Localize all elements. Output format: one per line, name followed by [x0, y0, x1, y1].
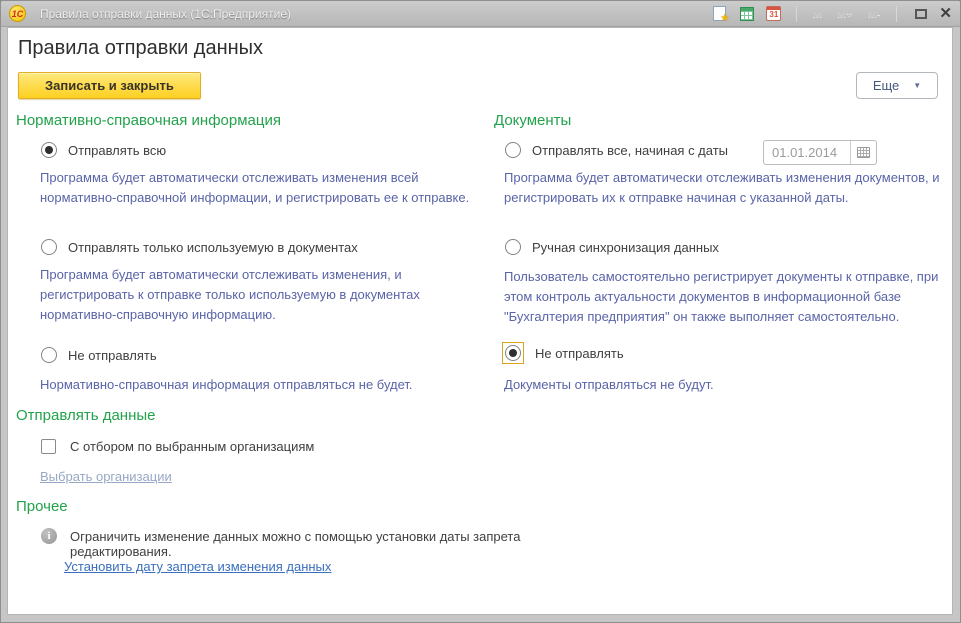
radio-nsi-none[interactable]: Не отправлять [41, 347, 157, 363]
chevron-down-icon: ▼ [913, 81, 921, 90]
hint-docs-from-date: Программа будет автоматически отслеживат… [504, 168, 942, 208]
info-row: i Ограничить изменение данных можно с по… [41, 529, 621, 559]
radio-icon [505, 239, 521, 255]
favorites-icon[interactable]: ★ [711, 5, 729, 23]
titlebar-separator [796, 6, 797, 22]
checkbox-label: С отбором по выбранным организациям [70, 439, 314, 454]
radio-icon [41, 239, 57, 255]
titlebar-separator [896, 6, 897, 22]
section-header-other: Прочее [16, 498, 68, 515]
hint-docs-none: Документы отправляться не будут. [504, 375, 942, 395]
date-picker-button[interactable] [850, 141, 876, 164]
hint-nsi-used-only: Программа будет автоматически отслеживат… [40, 265, 472, 325]
hint-nsi-send-all: Программа будет автоматически отслеживат… [40, 168, 472, 208]
radio-nsi-send-all[interactable]: Отправлять всю [41, 142, 166, 158]
save-and-close-button[interactable]: Записать и закрыть [18, 72, 201, 99]
1c-app-icon: 1С [9, 5, 26, 22]
window-title: Правила отправки данных (1С:Предприятие) [40, 7, 291, 21]
info-icon: i [41, 528, 57, 544]
section-header-documents: Документы [494, 112, 571, 129]
focus-ring [502, 342, 524, 364]
more-button[interactable]: Еще ▼ [856, 72, 938, 99]
more-button-label: Еще [873, 78, 899, 93]
radio-label: Отправлять все, начиная с даты [532, 143, 728, 158]
radio-docs-none[interactable]: Не отправлять [502, 342, 624, 364]
radio-docs-manual-sync[interactable]: Ручная синхронизация данных [505, 239, 719, 255]
radio-icon [505, 142, 521, 158]
calculator-icon[interactable] [738, 5, 756, 23]
checkbox-filter-by-organizations[interactable]: С отбором по выбранным организациям [41, 439, 314, 454]
section-header-send-data: Отправлять данные [16, 407, 155, 424]
close-button[interactable]: ✕ [939, 6, 952, 21]
radio-icon [505, 345, 521, 361]
radio-icon [41, 347, 57, 363]
checkbox-icon [41, 439, 56, 454]
titlebar: 1С Правила отправки данных (1С:Предприят… [1, 1, 960, 27]
set-restriction-date-link[interactable]: Установить дату запрета изменения данных [64, 559, 331, 574]
page-title: Правила отправки данных [18, 37, 263, 60]
hint-nsi-none: Нормативно-справочная информация отправл… [40, 375, 472, 395]
info-text: Ограничить изменение данных можно с помо… [70, 529, 621, 559]
radio-label: Ручная синхронизация данных [532, 240, 719, 255]
memory-m-plus-button: M+ [834, 8, 856, 20]
section-header-nsi: Нормативно-справочная информация [16, 112, 281, 129]
radio-label: Не отправлять [68, 348, 157, 363]
hint-docs-manual-sync: Пользователь самостоятельно регистрирует… [504, 267, 942, 327]
calendar-grid-icon [857, 147, 870, 158]
memory-m-button: M [810, 8, 825, 20]
radio-label: Не отправлять [535, 346, 624, 361]
form-content: Правила отправки данных Записать и закры… [7, 27, 953, 615]
radio-label: Отправлять всю [68, 143, 166, 158]
select-organizations-link[interactable]: Выбрать организации [40, 469, 172, 484]
radio-icon [41, 142, 57, 158]
radio-docs-from-date[interactable]: Отправлять все, начиная с даты [505, 142, 728, 158]
radio-nsi-used-only[interactable]: Отправлять только используемую в докумен… [41, 239, 358, 255]
start-date-field[interactable]: 01.01.2014 [763, 140, 877, 165]
app-window: 1С Правила отправки данных (1С:Предприят… [0, 0, 961, 623]
radio-label: Отправлять только используемую в докумен… [68, 240, 358, 255]
calendar-icon[interactable]: 31 [765, 5, 783, 23]
memory-m-minus-button: M- [865, 8, 884, 20]
start-date-value: 01.01.2014 [764, 141, 850, 164]
maximize-button[interactable] [915, 9, 927, 19]
